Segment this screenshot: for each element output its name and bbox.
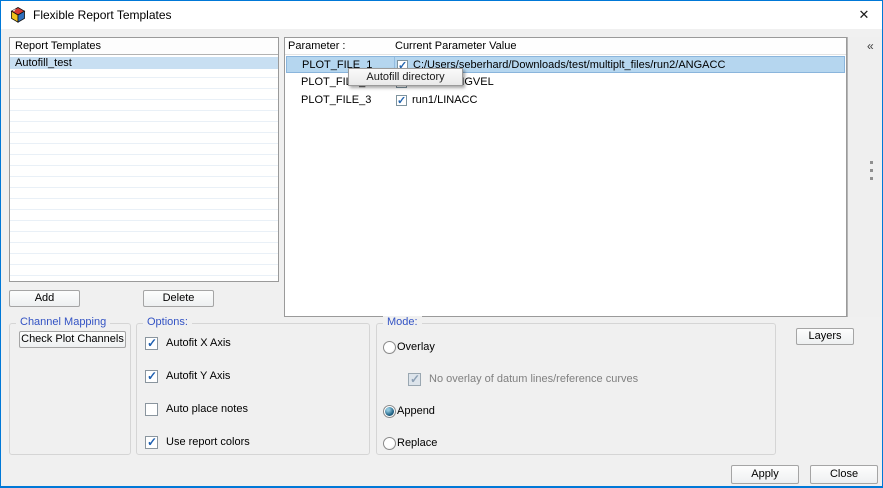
mode-group: Mode: Overlay No overlay of datum lines/… xyxy=(376,323,776,455)
layers-button[interactable]: Layers xyxy=(796,328,854,345)
channel-mapping-title: Channel Mapping xyxy=(16,316,110,328)
channel-mapping-group: Channel Mapping Check Plot Channels xyxy=(9,323,131,455)
append-label: Append xyxy=(397,405,435,417)
apply-button[interactable]: Apply xyxy=(731,465,799,484)
no-overlay-datum-label: No overlay of datum lines/reference curv… xyxy=(429,373,638,385)
parameter-value-checkbox[interactable] xyxy=(396,95,407,106)
parameter-value[interactable]: run1/LINACC xyxy=(412,92,477,108)
auto-place-notes-label: Auto place notes xyxy=(166,403,248,415)
report-templates-panel: Report Templates Autofill_test xyxy=(9,37,279,282)
title-bar: Flexible Report Templates ✕ xyxy=(1,1,882,29)
use-report-colors-option[interactable]: Use report colors xyxy=(145,435,250,449)
app-cube-icon xyxy=(9,6,27,24)
autofit-x-axis-checkbox[interactable] xyxy=(145,337,158,350)
splitter-grip-icon[interactable] xyxy=(870,161,873,180)
close-window-button[interactable]: ✕ xyxy=(846,1,882,29)
overlay-radio[interactable] xyxy=(383,341,396,354)
parameter-name: PLOT_FILE_3 xyxy=(301,92,371,108)
flexible-report-templates-dialog: Flexible Report Templates ✕ Report Templ… xyxy=(0,0,883,488)
overlay-mode-option[interactable]: Overlay xyxy=(383,340,435,354)
panel-splitter[interactable]: « xyxy=(847,37,881,317)
autofit-y-axis-checkbox[interactable] xyxy=(145,370,158,383)
use-report-colors-checkbox[interactable] xyxy=(145,436,158,449)
autofit-y-axis-option[interactable]: Autofit Y Axis xyxy=(145,369,230,383)
auto-place-notes-checkbox[interactable] xyxy=(145,403,158,416)
parameter-row-plot-file-3[interactable]: PLOT_FILE_3 run1/LINACC xyxy=(286,92,845,109)
replace-radio[interactable] xyxy=(383,437,396,450)
autofit-x-axis-option[interactable]: Autofit X Axis xyxy=(145,336,231,350)
add-button[interactable]: Add xyxy=(9,290,80,307)
column-header-parameter: Parameter : xyxy=(288,38,345,55)
column-header-value: Current Parameter Value xyxy=(395,38,516,55)
options-group: Options: Autofit X Axis Autofit Y Axis A… xyxy=(136,323,370,455)
parameter-table-header: Parameter : Current Parameter Value xyxy=(285,38,846,55)
template-list-item[interactable]: Autofill_test xyxy=(10,57,278,69)
append-radio[interactable] xyxy=(383,405,396,418)
replace-label: Replace xyxy=(397,437,437,449)
use-report-colors-label: Use report colors xyxy=(166,436,250,448)
options-title: Options: xyxy=(143,316,192,328)
close-button[interactable]: Close xyxy=(810,465,878,484)
auto-place-notes-option[interactable]: Auto place notes xyxy=(145,402,248,416)
mode-title: Mode: xyxy=(383,316,422,328)
window-title: Flexible Report Templates xyxy=(33,1,172,29)
no-overlay-datum-checkbox xyxy=(408,373,421,386)
autofit-y-axis-label: Autofit Y Axis xyxy=(166,370,230,382)
report-templates-list[interactable]: Autofill_test xyxy=(10,56,278,281)
delete-button[interactable]: Delete xyxy=(143,290,214,307)
check-plot-channels-button[interactable]: Check Plot Channels xyxy=(19,331,126,348)
replace-mode-option[interactable]: Replace xyxy=(383,436,437,450)
append-mode-option[interactable]: Append xyxy=(383,404,435,418)
autofill-directory-tooltip: Autofill directory xyxy=(348,68,463,86)
overlay-label: Overlay xyxy=(397,341,435,353)
autofit-x-axis-label: Autofit X Axis xyxy=(166,337,231,349)
collapse-panel-icon[interactable]: « xyxy=(867,39,874,53)
close-icon: ✕ xyxy=(859,7,870,23)
report-templates-header: Report Templates xyxy=(10,38,278,55)
no-overlay-datum-option: No overlay of datum lines/reference curv… xyxy=(408,372,638,386)
